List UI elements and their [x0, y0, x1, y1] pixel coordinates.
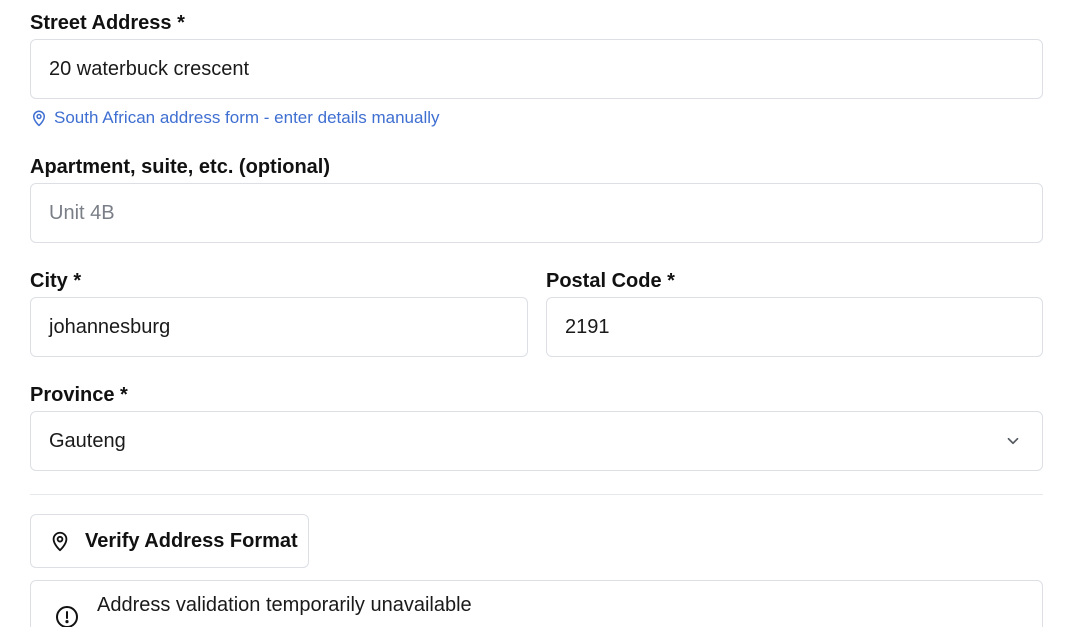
apartment-placeholder: Unit 4B — [49, 201, 115, 224]
postal-code-input[interactable]: 2191 — [546, 297, 1043, 357]
postal-code-label: Postal Code * — [546, 270, 675, 292]
address-form: Street Address * 20 waterbuck crescent S… — [0, 0, 1072, 627]
map-pin-icon — [30, 109, 48, 127]
city-input[interactable]: johannesburg — [30, 297, 528, 357]
alert-message: Address validation temporarily unavailab… — [97, 594, 472, 616]
province-label: Province * — [30, 384, 128, 406]
alert-circle-icon — [55, 605, 79, 627]
address-hint-text: South African address form - enter detai… — [54, 108, 440, 127]
province-select[interactable]: Gauteng — [30, 411, 1043, 471]
street-address-label: Street Address * — [30, 12, 185, 34]
apartment-input[interactable]: Unit 4B — [30, 183, 1043, 243]
section-divider — [30, 494, 1043, 495]
chevron-down-icon — [1004, 432, 1022, 450]
address-hint: South African address form - enter detai… — [30, 106, 440, 130]
city-label: City * — [30, 270, 82, 292]
map-pin-icon — [49, 530, 71, 552]
street-address-value: 20 waterbuck crescent — [49, 57, 250, 80]
province-selected-value: Gauteng — [49, 429, 126, 452]
city-value: johannesburg — [49, 315, 171, 338]
verify-address-button[interactable]: Verify Address Format — [30, 514, 309, 568]
street-address-input[interactable]: 20 waterbuck crescent — [30, 39, 1043, 99]
validation-alert: Address validation temporarily unavailab… — [30, 580, 1043, 627]
postal-code-value: 2191 — [565, 315, 610, 338]
verify-address-label: Verify Address Format — [85, 529, 298, 552]
apartment-label: Apartment, suite, etc. (optional) — [30, 156, 331, 178]
